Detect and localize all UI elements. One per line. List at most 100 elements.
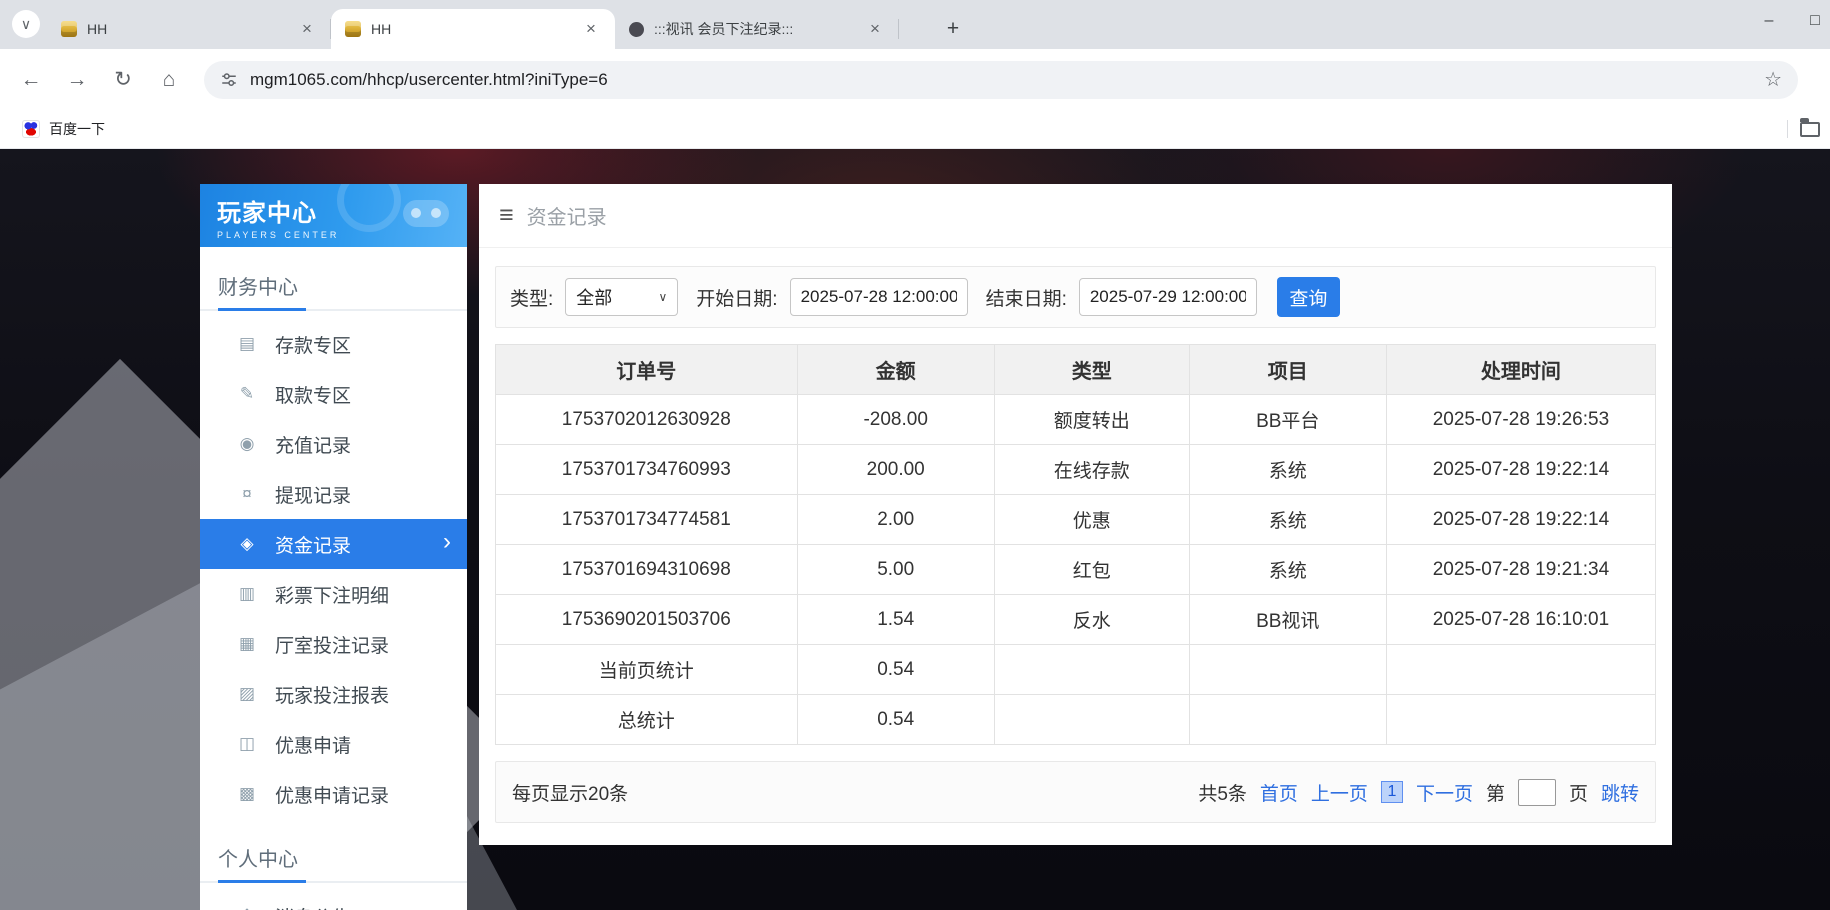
- bookmark-star-icon[interactable]: ☆: [1764, 67, 1782, 92]
- sidebar-item-label: 存款专区: [275, 331, 351, 358]
- start-date-label: 开始日期:: [696, 284, 777, 311]
- browser-tab[interactable]: HH ×: [331, 9, 615, 49]
- tab-strip: ∨ HH × HH ×:::视讯 会员下注纪录:::× + – □ ×: [0, 0, 1830, 49]
- table-row: 17537017347745812.00优惠系统2025-07-28 19:22…: [496, 495, 1656, 545]
- first-page-link[interactable]: 首页: [1260, 779, 1298, 806]
- sidebar-item-label: 玩家投注报表: [275, 681, 389, 708]
- browser-tab[interactable]: HH ×: [47, 9, 331, 49]
- sidebar-menu: 财务中心▤存款专区✎取款专区◉充值记录¤提现记录◈资金记录›▥彩票下注明细▦厅室…: [200, 247, 467, 910]
- next-page-link[interactable]: 下一页: [1416, 779, 1473, 806]
- table-cell: [1189, 645, 1386, 695]
- table-cell: 1753702012630928: [496, 395, 798, 445]
- main-header: ≡ 资金记录: [479, 184, 1672, 248]
- minimize-button[interactable]: –: [1760, 12, 1778, 30]
- total-count: 共5条: [1198, 779, 1247, 806]
- url-text[interactable]: mgm1065.com/hhcp/usercenter.html?iniType…: [250, 70, 1752, 90]
- table-cell: 200.00: [797, 445, 994, 495]
- current-page-badge[interactable]: 1: [1381, 781, 1403, 803]
- bookmarks-folder-icon[interactable]: [1800, 122, 1820, 137]
- table-cell: 优惠: [994, 495, 1189, 545]
- chevron-right-icon: ›: [443, 528, 451, 556]
- sidebar-item-recharge-records[interactable]: ◉ 充值记录: [200, 419, 467, 469]
- page-number-input[interactable]: [1518, 779, 1556, 806]
- table-cell: BB视讯: [1189, 595, 1386, 645]
- column-header: 金额: [797, 345, 994, 395]
- table-cell: 系统: [1189, 495, 1386, 545]
- sidebar-item-label: 彩票下注明细: [275, 581, 389, 608]
- address-bar[interactable]: mgm1065.com/hhcp/usercenter.html?iniType…: [204, 61, 1798, 99]
- tab-search-button[interactable]: ∨: [12, 10, 40, 38]
- end-date-input[interactable]: [1079, 278, 1257, 316]
- sidebar-item-label: 资金记录: [275, 531, 351, 558]
- sidebar-item-label: 优惠申请: [275, 731, 351, 758]
- sidebar-item-lottery-bet-details[interactable]: ▥ 彩票下注明细: [200, 569, 467, 619]
- home-button[interactable]: ⌂: [150, 61, 188, 99]
- forward-button[interactable]: →: [58, 61, 96, 99]
- sidebar-item-promo-apply[interactable]: ◫优惠申请: [200, 719, 467, 769]
- prev-page-link[interactable]: 上一页: [1311, 779, 1368, 806]
- sidebar-item-label: 消息公告: [275, 903, 351, 910]
- tab-title: HH: [87, 21, 287, 37]
- sidebar-item-label: 优惠申请记录: [275, 781, 389, 808]
- funds-icon: ◈: [236, 534, 258, 554]
- page-prefix-label: 第: [1486, 779, 1505, 806]
- deposit-card-icon: ▤: [236, 334, 258, 354]
- table-cell: BB平台: [1189, 395, 1386, 445]
- table-cell: 系统: [1189, 445, 1386, 495]
- moneybag-icon: ◉: [236, 434, 258, 454]
- document-icon: ▥: [236, 584, 258, 604]
- back-button[interactable]: ←: [12, 61, 50, 99]
- sidebar-item-withdraw-zone[interactable]: ✎取款专区: [200, 369, 467, 419]
- table-row: 1753702012630928-208.00额度转出BB平台2025-07-2…: [496, 395, 1656, 445]
- ticket-list-icon: ▩: [236, 784, 258, 804]
- tab-close-icon[interactable]: ×: [581, 19, 601, 39]
- tab-title: :::视讯 会员下注纪录:::: [654, 19, 855, 39]
- sidebar-item-label: 充值记录: [275, 431, 351, 458]
- reload-button[interactable]: ↻: [104, 61, 142, 99]
- table-cell: 2025-07-28 16:10:01: [1386, 595, 1655, 645]
- select-arrow-icon: ∨: [658, 290, 667, 304]
- table-cell: [994, 645, 1189, 695]
- main-panel: ≡ 资金记录 类型: 全部 ∨ 开始日期: 结束日期: 查询 订单号金额类: [479, 184, 1672, 845]
- table-row: 1753701734760993200.00在线存款系统2025-07-28 1…: [496, 445, 1656, 495]
- table-cell: 总统计: [496, 695, 798, 745]
- browser-tab[interactable]: :::视讯 会员下注纪录:::×: [615, 9, 899, 49]
- bookmark-label: 百度一下: [49, 119, 105, 139]
- list-icon: ▦: [236, 634, 258, 654]
- tab-close-icon[interactable]: ×: [865, 19, 885, 39]
- table-cell: [1386, 645, 1655, 695]
- sidebar-item-label: 取款专区: [275, 381, 351, 408]
- filter-bar: 类型: 全部 ∨ 开始日期: 结束日期: 查询: [495, 266, 1656, 328]
- sidebar-item-deposit-zone[interactable]: ▤ 存款专区: [200, 319, 467, 369]
- table-cell: [1386, 695, 1655, 745]
- new-tab-button[interactable]: +: [939, 15, 967, 43]
- start-date-input[interactable]: [790, 278, 968, 316]
- sidebar-item-player-bet-report[interactable]: ▨玩家投注报表: [200, 669, 467, 719]
- table-row: 17536902015037061.54反水BB视讯2025-07-28 16:…: [496, 595, 1656, 645]
- type-select[interactable]: 全部 ∨: [565, 278, 678, 316]
- maximize-button[interactable]: □: [1806, 12, 1824, 30]
- end-date-label: 结束日期:: [986, 284, 1067, 311]
- sidebar-item-fund-records[interactable]: ◈ 资金记录 ›: [200, 519, 467, 569]
- table-row: 当前页统计0.54: [496, 645, 1656, 695]
- bookmark-baidu[interactable]: 百度一下: [14, 115, 113, 143]
- sidebar-subtitle: PLAYERS CENTER: [217, 230, 467, 240]
- hh-gold-favicon: [345, 21, 361, 37]
- sidebar-item-hall-bet-records[interactable]: ▦厅室投注记录: [200, 619, 467, 669]
- type-label: 类型:: [510, 284, 553, 311]
- hh-gold-favicon: [61, 21, 77, 37]
- site-globe-favicon: [629, 22, 644, 37]
- page-background: 玩家中心 PLAYERS CENTER 财务中心▤存款专区✎取款专区◉充值记录¤…: [0, 149, 1830, 910]
- sidebar-item-cashout-records[interactable]: ¤提现记录: [200, 469, 467, 519]
- tab-close-icon[interactable]: ×: [297, 19, 317, 39]
- site-info-icon[interactable]: [220, 71, 238, 89]
- section-underline: [200, 881, 467, 883]
- tab-title: HH: [371, 21, 571, 37]
- sidebar-header: 玩家中心 PLAYERS CENTER: [200, 184, 467, 247]
- table-cell: [1189, 695, 1386, 745]
- jump-link[interactable]: 跳转: [1601, 779, 1639, 806]
- search-button[interactable]: 查询: [1277, 277, 1340, 317]
- sidebar-item-promo-apply-records[interactable]: ▩ 优惠申请记录: [200, 769, 467, 819]
- table-cell: 额度转出: [994, 395, 1189, 445]
- sidebar-item-message-announcements[interactable]: ♟消息公告: [200, 891, 467, 910]
